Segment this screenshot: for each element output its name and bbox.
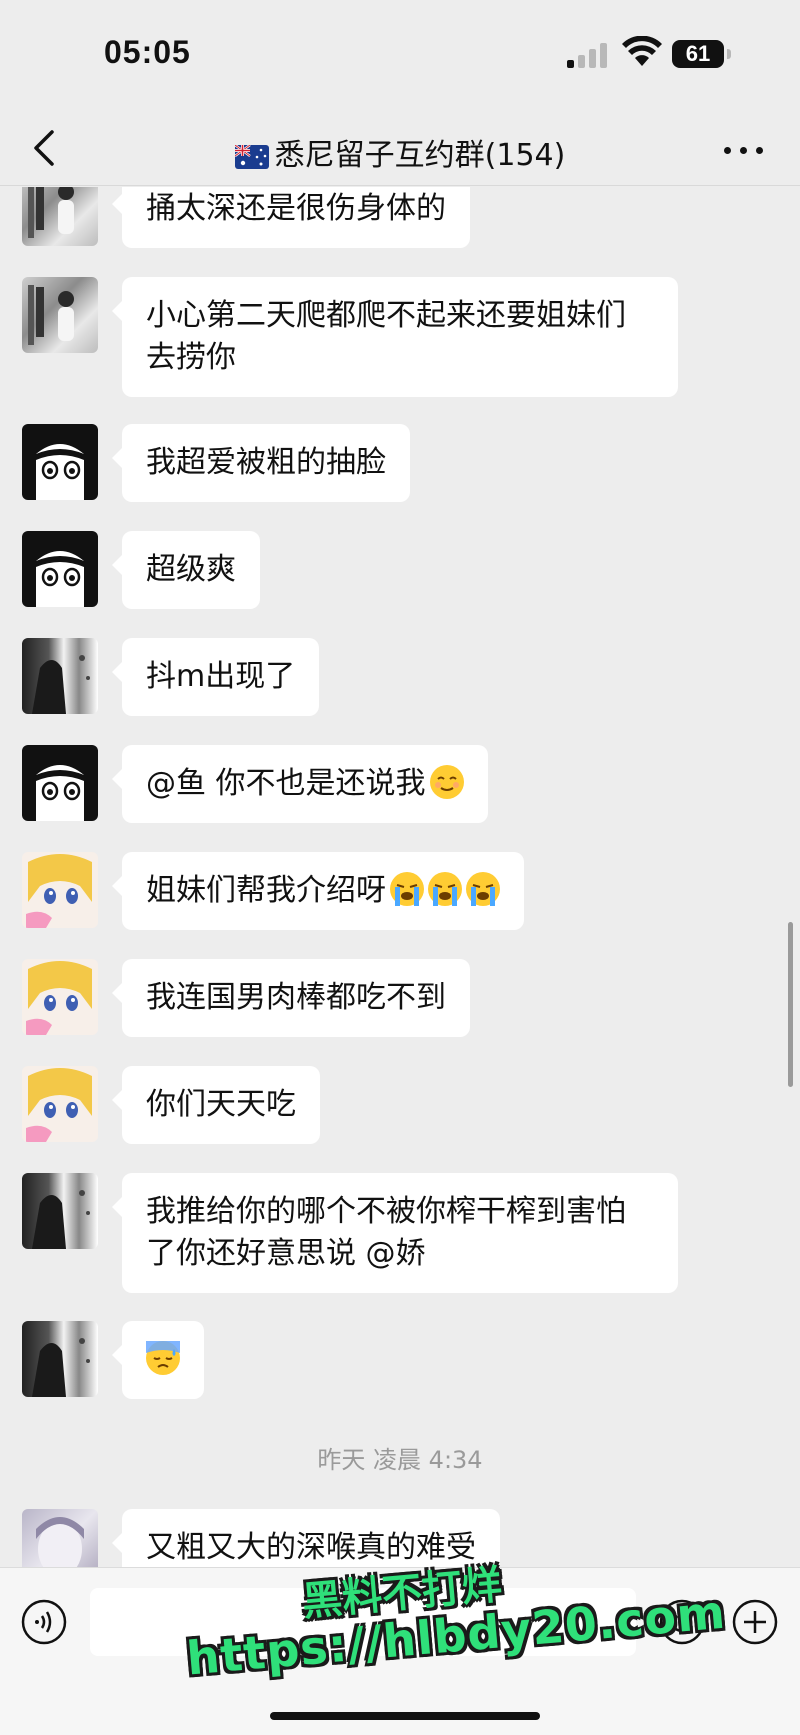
anime-girl-avatar[interactable] xyxy=(22,424,98,500)
message-text: 姐妹们帮我介绍呀 xyxy=(146,873,386,908)
more-options-button[interactable] xyxy=(724,138,764,162)
message-bubble[interactable]: 超级爽 xyxy=(112,531,260,609)
message-text: 我连国男肉棒都吃不到 xyxy=(146,980,446,1015)
loudly-crying-face-emoji xyxy=(428,872,462,906)
message-list[interactable]: 捅太深还是很伤身体的 小心第二天爬都爬不起来还要姐妹们去捞你 我超爱被粗的抽脸 … xyxy=(0,187,800,1567)
status-bar: 05:05 61 xyxy=(0,0,800,110)
bw-figure-avatar[interactable] xyxy=(22,1173,98,1249)
battery-cap xyxy=(727,49,731,59)
battery-icon: 61 xyxy=(672,40,724,68)
message-text: 捅太深还是很伤身体的 xyxy=(146,191,446,226)
message-bubble[interactable]: 抖m出现了 xyxy=(111,638,320,716)
relieved-face-emoji xyxy=(429,765,464,799)
scrollbar[interactable] xyxy=(788,922,793,1087)
downcast-sweat-face-emoji xyxy=(146,1341,180,1375)
blonde-anime-avatar[interactable] xyxy=(22,959,98,1035)
chat-header: 悉尼留子互约群(154) xyxy=(0,110,800,186)
australia-flag-icon xyxy=(234,145,269,169)
bw-figure-avatar[interactable] xyxy=(22,638,98,714)
message-bubble[interactable]: 捅太深还是很伤身体的 xyxy=(112,187,470,248)
status-time: 05:05 xyxy=(104,34,191,70)
message-text: 小心第二天爬都爬不起来还要姐妹们去捞你 xyxy=(146,298,626,375)
time-divider: 昨天 凌晨 4:34 xyxy=(317,1446,483,1474)
anime-girl-avatar[interactable] xyxy=(22,531,98,607)
message-text: 超级爽 xyxy=(146,552,236,587)
message-text: 你们天天吃 xyxy=(146,1087,296,1122)
anime-girl-avatar[interactable] xyxy=(22,745,98,821)
message-bubble[interactable]: @鱼 你不也是还说我 xyxy=(112,745,488,823)
blonde-anime-avatar[interactable] xyxy=(22,852,98,928)
message-bubble[interactable]: 我超爱被粗的抽脸 xyxy=(112,424,410,502)
message-text: 抖m出现了 xyxy=(146,659,296,694)
message-bubble[interactable]: 你们天天吃 xyxy=(112,1066,320,1144)
closet-photo-avatar[interactable] xyxy=(22,277,98,353)
home-indicator[interactable] xyxy=(270,1712,540,1720)
group-title-wrap: 悉尼留子互约群(154) xyxy=(0,130,800,174)
message-text: 我推给你的哪个不被你榨干榨到害怕了你还好意思说 @娇 xyxy=(146,1194,626,1271)
soft-portrait-avatar[interactable] xyxy=(22,1509,98,1567)
message-bubble[interactable]: 我推给你的哪个不被你榨干榨到害怕了你还好意思说 @娇 xyxy=(112,1173,678,1293)
message-bubble[interactable]: 姐妹们帮我介绍呀 xyxy=(112,852,524,930)
loudly-crying-face-emoji xyxy=(390,872,424,906)
cellular-signal-icon xyxy=(567,42,609,68)
message-bubble[interactable]: 我连国男肉棒都吃不到 xyxy=(112,959,470,1037)
message-bubble[interactable] xyxy=(112,1321,204,1399)
blonde-anime-avatar[interactable] xyxy=(22,1066,98,1142)
loudly-crying-face-emoji xyxy=(466,872,500,906)
message-bubble[interactable]: 小心第二天爬都爬不起来还要姐妹们去捞你 xyxy=(112,277,678,397)
message-text: 我超爱被粗的抽脸 xyxy=(146,445,386,480)
voice-input-button[interactable] xyxy=(20,1598,68,1646)
closet-photo-avatar[interactable] xyxy=(22,187,98,246)
page-title: 悉尼留子互约群(154) xyxy=(274,138,566,173)
bw-figure-avatar[interactable] xyxy=(22,1321,98,1397)
message-text: @鱼 你不也是还说我 xyxy=(146,766,426,801)
wifi-icon xyxy=(622,36,662,66)
